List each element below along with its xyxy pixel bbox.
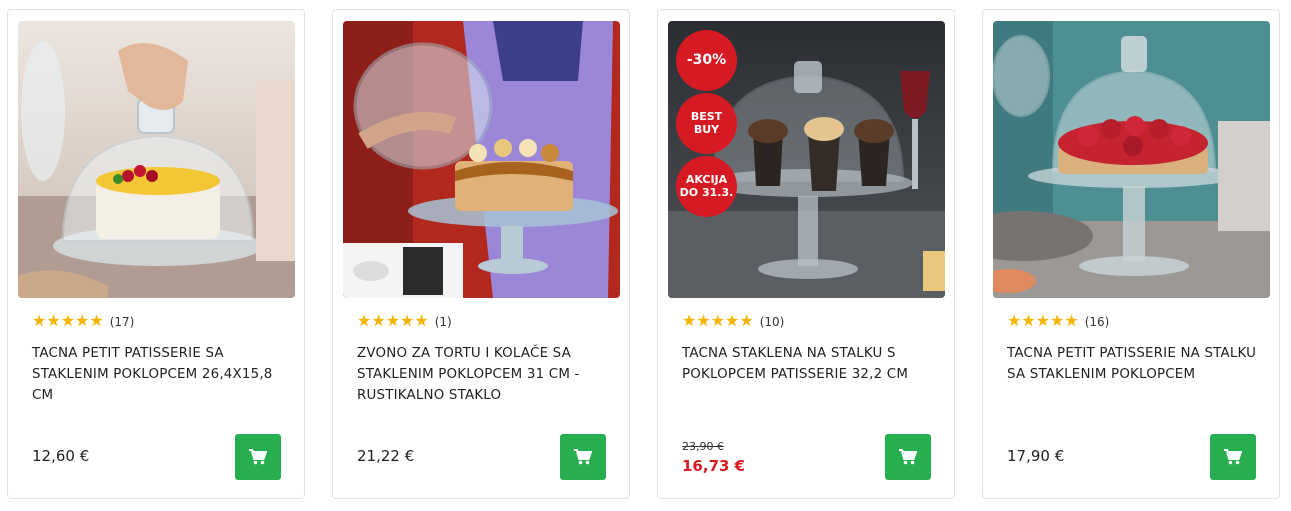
shopping-cart-icon xyxy=(574,449,592,465)
product-title[interactable]: TACNA PETIT PATISSERIE SA STAKLENIM POKL… xyxy=(32,343,294,406)
tart-stand-photo xyxy=(993,21,1270,298)
shopping-cart-icon xyxy=(899,449,917,465)
add-to-cart-button[interactable] xyxy=(1210,434,1256,480)
badge-stack: -30% BEST BUY AKCIJA DO 31.3. xyxy=(676,30,737,219)
product-price: 17,90 € xyxy=(1007,447,1065,465)
product-price: 21,22 € xyxy=(357,447,415,465)
add-to-cart-button[interactable] xyxy=(560,434,606,480)
discount-badge: -30% xyxy=(676,30,737,91)
star-rating-icon: ★★★★★ xyxy=(682,313,754,330)
product-image[interactable] xyxy=(18,21,295,298)
product-image[interactable]: -30% BEST BUY AKCIJA DO 31.3. xyxy=(668,21,945,298)
rating: ★★★★★ (16) xyxy=(1007,314,1109,330)
product-title[interactable]: TACNA PETIT PATISSERIE NA STALKU SA STAK… xyxy=(1007,343,1269,385)
shopping-cart-icon xyxy=(1224,449,1242,465)
product-title[interactable]: ZVONO ZA TORTU I KOLAČE SA STAKLENIM POK… xyxy=(357,343,619,406)
shopping-cart-icon xyxy=(249,449,267,465)
review-count: (17) xyxy=(109,315,135,329)
star-rating-icon: ★★★★★ xyxy=(1007,313,1079,330)
rating: ★★★★★ (17) xyxy=(32,314,134,330)
star-rating-icon: ★★★★★ xyxy=(32,313,104,330)
product-image[interactable] xyxy=(343,21,620,298)
product-card[interactable]: -30% BEST BUY AKCIJA DO 31.3. ★★★★★ (10)… xyxy=(657,9,955,499)
review-count: (16) xyxy=(1084,315,1110,329)
best-buy-badge: BEST BUY xyxy=(676,93,737,154)
rating: ★★★★★ (1) xyxy=(357,314,452,330)
product-title[interactable]: TACNA STAKLENA NA STALKU S POKLOPCEM PAT… xyxy=(682,343,944,385)
add-to-cart-button[interactable] xyxy=(235,434,281,480)
product-grid: ★★★★★ (17) TACNA PETIT PATISSERIE SA STA… xyxy=(0,0,1291,511)
product-card[interactable]: ★★★★★ (16) TACNA PETIT PATISSERIE NA STA… xyxy=(982,9,1280,499)
promo-badge: AKCIJA DO 31.3. xyxy=(676,156,737,217)
product-card[interactable]: ★★★★★ (1) ZVONO ZA TORTU I KOLAČE SA STA… xyxy=(332,9,630,499)
product-image[interactable] xyxy=(993,21,1270,298)
product-card[interactable]: ★★★★★ (17) TACNA PETIT PATISSERIE SA STA… xyxy=(7,9,305,499)
old-price: 23,90 € xyxy=(682,440,724,453)
product-price: 12,60 € xyxy=(32,447,90,465)
rating: ★★★★★ (10) xyxy=(682,314,784,330)
cake-dome-photo xyxy=(18,21,295,298)
star-rating-icon: ★★★★★ xyxy=(357,313,429,330)
sale-price: 16,73 € xyxy=(682,457,746,475)
review-count: (10) xyxy=(759,315,785,329)
add-to-cart-button[interactable] xyxy=(885,434,931,480)
review-count: (1) xyxy=(434,315,452,329)
cake-stand-photo xyxy=(343,21,620,298)
